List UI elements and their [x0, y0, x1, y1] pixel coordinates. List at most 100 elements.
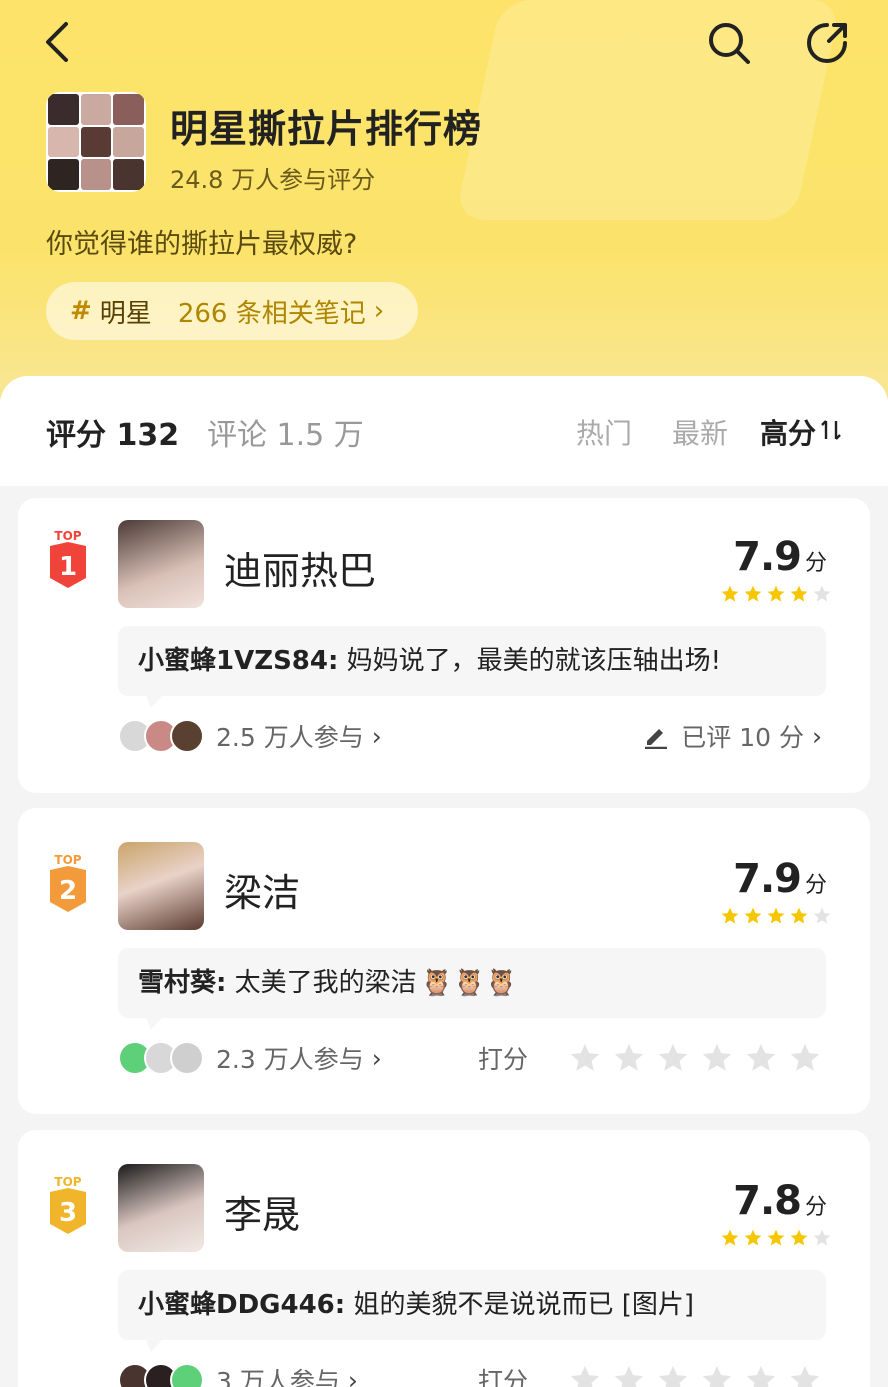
star-empty-icon: [813, 1229, 831, 1246]
hash-icon: #: [70, 296, 92, 326]
star-input-icon[interactable]: [612, 1041, 646, 1075]
score-value: 7.9 分: [733, 856, 827, 902]
participant-avatars: [118, 1041, 204, 1075]
participant-avatars: [118, 1363, 204, 1387]
star-rating: [720, 1228, 832, 1248]
svg-text:TOP: TOP: [54, 853, 81, 867]
comment-tail: [146, 1018, 162, 1030]
comment-tail: [146, 696, 162, 708]
svg-text:2: 2: [59, 876, 77, 906]
avatar[interactable]: [118, 520, 204, 608]
edit-icon: [645, 729, 668, 749]
star-filled-icon: [744, 1229, 762, 1246]
topic-tag-button[interactable]: # 明星 266 条相关笔记 ›: [46, 282, 418, 340]
rate-control[interactable]: 打分: [478, 1360, 822, 1387]
ranking-cover-collage: [46, 92, 146, 192]
star-filled-icon: [744, 585, 762, 602]
star-input-icon[interactable]: [656, 1041, 690, 1075]
topic-note-count: 266 条相关笔记: [177, 298, 366, 329]
top-comment[interactable]: 小蜜蜂DDG446: 姐的美貌不是说说而已 [图片]: [118, 1270, 826, 1340]
star-input-icon[interactable]: [700, 1363, 734, 1387]
star-filled-icon: [721, 907, 739, 924]
participant-count: 24.8 万人参与评分: [170, 166, 376, 194]
star-filled-icon: [790, 1229, 808, 1246]
rank-badge-icon: TOP 3: [50, 1175, 86, 1234]
star-rating: [720, 906, 832, 926]
participants-link[interactable]: 3 万人参与 ›: [118, 1360, 358, 1387]
chevron-right-icon: ›: [371, 721, 382, 751]
star-filled-icon: [790, 907, 808, 924]
ranking-card[interactable]: TOP 2 梁洁 7.9 分 雪村葵: 太美了我的梁洁 🦉🦉🦉 2.3 万人参与 › …: [18, 808, 870, 1114]
star-filled-icon: [744, 907, 762, 924]
star-input-icon[interactable]: [744, 1363, 778, 1387]
my-rating-link[interactable]: 已评 10 分 ›: [643, 716, 822, 756]
rank-badge-icon: TOP 1: [50, 529, 86, 588]
star-input-icon[interactable]: [744, 1041, 778, 1075]
star-filled-icon: [767, 585, 785, 602]
chevron-right-icon: ›: [371, 1043, 382, 1073]
participants-link[interactable]: 2.5 万人参与 ›: [118, 716, 382, 756]
star-filled-icon: [721, 1229, 739, 1246]
back-icon[interactable]: [38, 18, 78, 66]
star-filled-icon: [767, 907, 785, 924]
chevron-right-icon: ›: [347, 1365, 358, 1387]
share-icon[interactable]: [804, 20, 850, 66]
top-comment[interactable]: 雪村葵: 太美了我的梁洁 🦉🦉🦉: [118, 948, 826, 1018]
star-filled-icon: [790, 585, 808, 602]
sort-order-icon[interactable]: [820, 418, 842, 442]
avatar[interactable]: [118, 842, 204, 930]
header-banner: [0, 0, 888, 420]
star-input-icon[interactable]: [700, 1041, 734, 1075]
star-input-icon[interactable]: [788, 1041, 822, 1075]
ranking-card[interactable]: TOP 1 迪丽热巴 7.9 分 小蜜蜂1VZS84: 妈妈说了，最美的就该压轴出…: [18, 498, 870, 793]
score-value: 7.9 分: [733, 534, 827, 580]
celebrity-name: 李晟: [224, 1193, 301, 1237]
star-rating: [720, 584, 832, 604]
star-input-icon[interactable]: [612, 1363, 646, 1387]
score-value: 7.8 分: [733, 1178, 827, 1224]
celebrity-name: 梁洁: [224, 871, 301, 915]
svg-text:1: 1: [59, 552, 77, 582]
svg-text:TOP: TOP: [54, 1175, 81, 1189]
comment-tail: [146, 1340, 162, 1352]
celebrity-name: 迪丽热巴: [224, 549, 377, 593]
star-empty-icon: [813, 907, 831, 924]
svg-text:3: 3: [59, 1198, 77, 1228]
rate-label: 打分: [477, 1367, 528, 1387]
star-filled-icon: [767, 1229, 785, 1246]
star-input-icon[interactable]: [568, 1363, 602, 1387]
star-empty-icon: [813, 585, 831, 602]
rank-badge-icon: TOP 2: [50, 853, 86, 912]
star-input-icon[interactable]: [568, 1041, 602, 1075]
ranking-card[interactable]: TOP 3 李晟 7.8 分 小蜜蜂DDG446: 姐的美貌不是说说而已 [图片]…: [18, 1130, 870, 1387]
participants-count: 3 万人参与: [216, 1367, 340, 1387]
star-input-icon[interactable]: [656, 1363, 690, 1387]
search-icon[interactable]: [706, 20, 752, 66]
chevron-right-icon: ›: [373, 296, 385, 326]
rating-stars-input[interactable]: [568, 1041, 822, 1075]
rate-label: 打分: [477, 1045, 528, 1074]
banner-glow: [454, 0, 842, 220]
ranking-question: 你觉得谁的撕拉片最权威?: [46, 229, 358, 260]
participants-count: 2.5 万人参与: [216, 723, 364, 752]
tab-comments[interactable]: 评论 1.5 万: [207, 410, 364, 454]
topic-name: 明星: [99, 298, 152, 329]
tab-score[interactable]: 评分 132: [46, 410, 179, 454]
participants-link[interactable]: 2.3 万人参与 ›: [118, 1038, 382, 1078]
emoji-icon: 🦉🦉🦉: [420, 968, 518, 998]
avatar[interactable]: [118, 1164, 204, 1252]
sort-new[interactable]: 最新: [672, 412, 728, 452]
participant-avatars: [118, 719, 204, 753]
page-title: 明星撕拉片排行榜: [170, 107, 483, 151]
top-comment[interactable]: 小蜜蜂1VZS84: 妈妈说了，最美的就该压轴出场!: [118, 626, 826, 696]
sort-hot[interactable]: 热门: [576, 412, 632, 452]
svg-text:TOP: TOP: [54, 529, 81, 543]
sort-high[interactable]: 高分: [760, 412, 816, 452]
chevron-right-icon: ›: [812, 721, 822, 751]
star-input-icon[interactable]: [788, 1363, 822, 1387]
star-filled-icon: [721, 585, 739, 602]
my-rating: 已评 10 分: [681, 723, 804, 752]
rate-control[interactable]: 打分: [478, 1038, 822, 1078]
rating-stars-input[interactable]: [568, 1363, 822, 1387]
participants-count: 2.3 万人参与: [216, 1045, 364, 1074]
